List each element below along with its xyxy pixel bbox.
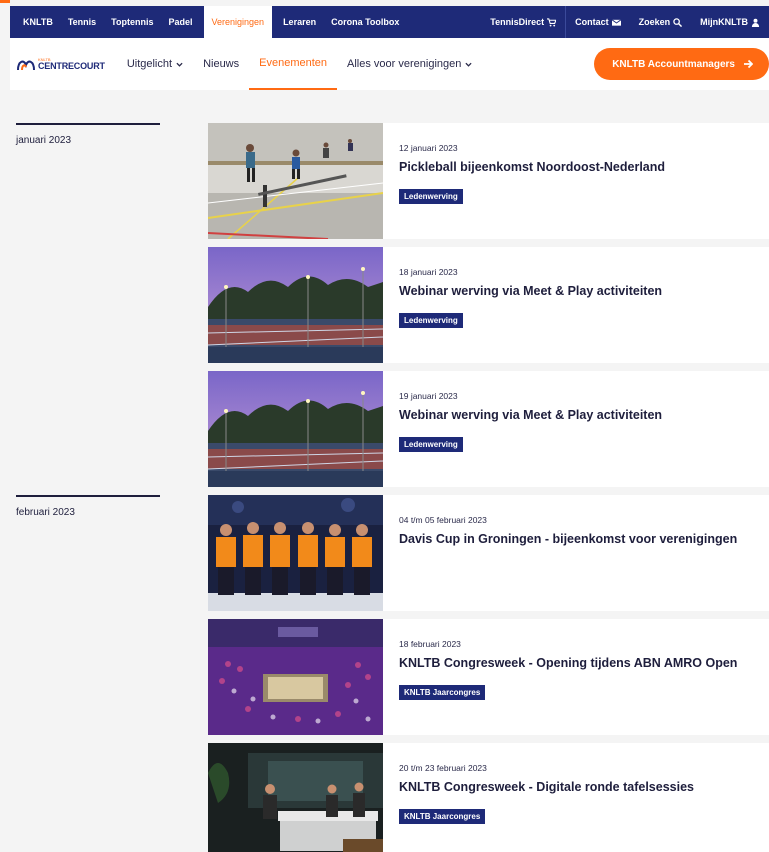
topnav-leraren[interactable]: Leraren	[276, 6, 324, 38]
event-card[interactable]: 18 februari 2023 KNLTB Congresweek - Ope…	[208, 619, 769, 735]
event-date: 18 februari 2023	[399, 639, 461, 649]
event-image-pickleball	[208, 123, 383, 239]
event-image-congress-hall	[208, 619, 383, 735]
mail-icon	[611, 18, 621, 26]
event-title[interactable]: Pickleball bijeenkomst Noordoost-Nederla…	[399, 160, 665, 174]
chevron-down-icon	[465, 62, 472, 67]
accountmanagers-button[interactable]: KNLTB Accountmanagers	[594, 48, 769, 80]
uitgelicht-label: Uitgelicht	[126, 58, 173, 70]
subnav-evenementen[interactable]: Evenementen	[249, 38, 338, 90]
topnav-mijnknltb[interactable]: MijnKNLTB	[691, 6, 769, 38]
event-date: 18 januari 2023	[399, 267, 458, 277]
evenementen-label: Evenementen	[259, 57, 328, 69]
event-date: 19 januari 2023	[399, 391, 458, 401]
event-tag[interactable]: KNLTB Jaarcongres	[399, 809, 486, 824]
event-date: 20 t/m 23 februari 2023	[399, 763, 487, 773]
event-tag[interactable]: KNLTB Jaarcongres	[399, 685, 486, 700]
event-card[interactable]: 18 januari 2023 Webinar werving via Meet…	[208, 247, 769, 363]
logo-big-text: CENTRECOURT	[38, 60, 105, 71]
zoeken-label: Zoeken	[638, 17, 671, 27]
event-tag[interactable]: Ledenwerving	[399, 189, 463, 204]
logo-mark-icon	[17, 60, 35, 71]
month-heading: februari 2023	[16, 495, 160, 518]
event-date: 04 t/m 05 februari 2023	[399, 515, 487, 525]
centrecourt-logo[interactable]: KNLTB CENTRECOURT	[16, 57, 105, 71]
topnav-tennisdirect[interactable]: TennisDirect	[481, 6, 565, 38]
event-title[interactable]: Webinar werving via Meet & Play activite…	[399, 408, 662, 422]
subnav-alles-voor-verenigingen[interactable]: Alles voor verenigingen	[337, 38, 482, 90]
mijnknltb-label: MijnKNLTB	[700, 17, 748, 27]
topnav-toptennis[interactable]: Toptennis	[104, 6, 161, 38]
user-icon	[751, 18, 760, 27]
topnav-contact[interactable]: Contact	[566, 6, 630, 38]
topnav-verenigingen[interactable]: Verenigingen	[204, 6, 272, 38]
nieuws-label: Nieuws	[203, 58, 240, 70]
event-image-studio-table	[208, 743, 383, 852]
event-title[interactable]: Davis Cup in Groningen - bijeenkomst voo…	[399, 532, 737, 546]
event-card[interactable]: 20 t/m 23 februari 2023 KNLTB Congreswee…	[208, 743, 769, 852]
contact-label: Contact	[575, 17, 609, 27]
event-tag[interactable]: Ledenwerving	[399, 437, 463, 452]
topnav-padel[interactable]: Padel	[161, 6, 200, 38]
topnav-tennis[interactable]: Tennis	[60, 6, 103, 38]
topnav-knltb[interactable]: KNLTB	[10, 6, 60, 38]
topnav-corona-toolbox[interactable]: Corona Toolbox	[324, 6, 407, 38]
topnav-zoeken[interactable]: Zoeken	[630, 6, 692, 38]
event-card[interactable]: 12 januari 2023 Pickleball bijeenkomst N…	[208, 123, 769, 239]
tennisdirect-label: TennisDirect	[490, 17, 545, 27]
event-image-tennis-courts-evening	[208, 247, 383, 363]
alles-voor-verenigingen-label: Alles voor verenigingen	[347, 58, 462, 70]
chevron-down-icon	[176, 62, 183, 67]
event-title[interactable]: Webinar werving via Meet & Play activite…	[399, 284, 662, 298]
event-title[interactable]: KNLTB Congresweek - Opening tijdens ABN …	[399, 656, 737, 670]
event-card[interactable]: 19 januari 2023 Webinar werving via Meet…	[208, 371, 769, 487]
orange-accent	[0, 0, 10, 3]
secondary-navigation: KNLTB CENTRECOURT Uitgelicht Nieuws Even…	[10, 38, 769, 90]
event-date: 12 januari 2023	[399, 143, 458, 153]
event-card[interactable]: 04 t/m 05 februari 2023 Davis Cup in Gro…	[208, 495, 769, 611]
event-image-tennis-courts-evening	[208, 371, 383, 487]
event-tag[interactable]: Ledenwerving	[399, 313, 463, 328]
subnav-nieuws[interactable]: Nieuws	[193, 38, 249, 90]
arrow-right-icon	[744, 59, 753, 69]
subnav-uitgelicht[interactable]: Uitgelicht	[117, 38, 193, 90]
top-navigation: KNLTB Tennis Toptennis Padel Vereniginge…	[10, 6, 769, 38]
accountmanagers-label: KNLTB Accountmanagers	[612, 58, 735, 70]
event-image-davis-cup-team	[208, 495, 383, 611]
cart-icon	[547, 17, 557, 27]
event-title[interactable]: KNLTB Congresweek - Digitale ronde tafel…	[399, 780, 694, 794]
month-heading: januari 2023	[16, 123, 160, 146]
search-icon	[673, 17, 683, 27]
